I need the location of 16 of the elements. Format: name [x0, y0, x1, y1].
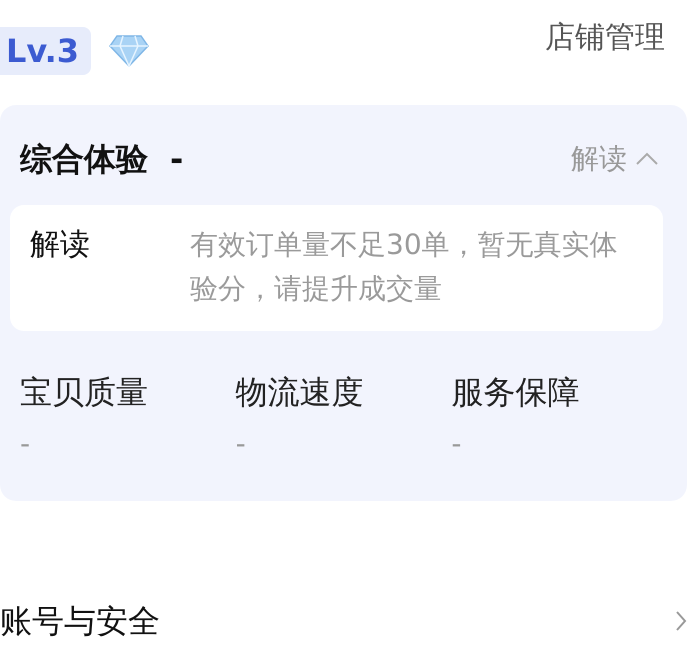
metric-value: - — [20, 427, 32, 461]
metric-label: 宝贝质量 — [20, 372, 149, 413]
level-badge: Lv.3 — [0, 27, 92, 75]
card-title: 综合体验 — [20, 139, 148, 180]
chevron-right-icon — [675, 610, 687, 632]
store-management-link[interactable]: 店铺管理 — [545, 20, 665, 56]
interpretation-text: 有效订单量不足30单，暂无真实体验分，请提升成交量 — [190, 227, 619, 307]
metric-label: 服务保障 — [451, 372, 580, 413]
overall-score: - — [170, 139, 184, 180]
metric-label: 物流速度 — [236, 372, 365, 413]
chevron-up-icon — [635, 152, 659, 166]
interpretation-label: 解读 — [30, 226, 91, 264]
section-title: 账号与安全 — [0, 601, 160, 641]
metric-value: - — [451, 427, 462, 461]
metric-value: - — [236, 427, 247, 461]
diamond-icon — [109, 35, 150, 67]
